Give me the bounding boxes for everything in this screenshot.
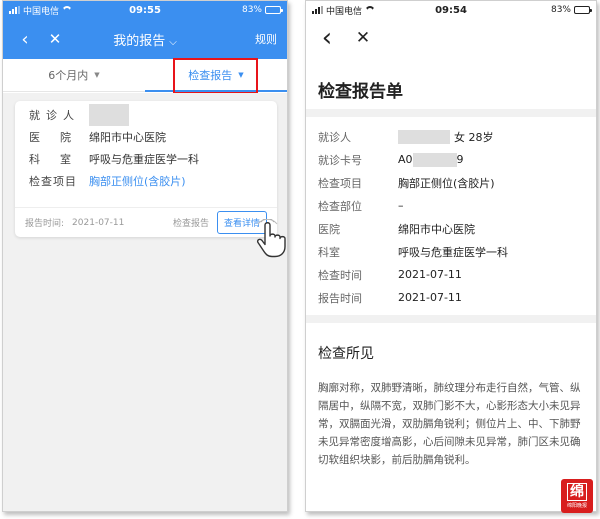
info-row-department: 科室 呼吸与危重症医学一科: [318, 245, 508, 259]
battery-icon: [574, 6, 592, 14]
card-row-department: 科室 呼吸与危重症医学一科: [29, 153, 199, 166]
info-row-report-time: 报告时间 2021-07-11: [318, 291, 462, 305]
card-row-patient: 就诊人: [15, 104, 277, 126]
close-icon[interactable]: ✕: [43, 30, 67, 48]
app-header: ‹ ✕ 我的报告 ⌵ 规则: [3, 19, 287, 59]
info-row-exam: 检查项目 胸部正侧位(含胶片): [318, 176, 495, 190]
card-row-exam: 检查项目 胸部正侧位(含胶片): [29, 173, 186, 189]
battery-percent: 83%: [550, 5, 571, 15]
findings-text: 胸廓对称，双肺野清晰，肺纹理分布走行自然，气管、纵隔居中，纵隔不宽，双肺门影不大…: [318, 382, 581, 466]
wifi-icon: [365, 6, 375, 14]
battery-icon: [265, 6, 283, 14]
tab-time-range[interactable]: 6个月内 ▼: [3, 59, 145, 91]
card-row-hospital: 医院 绵阳市中心医院: [29, 131, 166, 144]
report-type: 检查报告: [172, 219, 209, 229]
status-bar: 中国电信 09:54 83%: [306, 1, 596, 19]
back-icon[interactable]: ‹: [316, 23, 338, 53]
divider: [306, 109, 596, 117]
nav-bar: ‹ ✕: [306, 19, 596, 57]
close-icon[interactable]: ✕: [352, 28, 374, 48]
highlight-box: [173, 58, 258, 94]
rules-link[interactable]: 规则: [255, 31, 277, 47]
info-row-exam-time: 检查时间 2021-07-11: [318, 268, 462, 282]
signal-icon: [312, 6, 323, 14]
back-icon[interactable]: ‹: [13, 29, 37, 50]
battery-percent: 83%: [241, 5, 262, 15]
carrier-label: 中国电信: [23, 6, 60, 17]
caret-down-icon: ▼: [94, 71, 100, 79]
left-screen: 中国电信 09:55 83% ‹ ✕ 我的报告 ⌵ 规则 6个月内 ▼ 检查报告 ▼ …: [2, 0, 288, 512]
redacted-name: [398, 129, 450, 144]
right-screen: 中国电信 09:54 83% ‹ ✕ 检查报告单 就诊人 女 28岁 就诊卡号 …: [305, 0, 597, 512]
card-footer: 报告时间: 2021-07-11 检查报告 查看详情: [15, 207, 277, 237]
info-row-body-part: 检查部位 –: [318, 199, 404, 213]
logo-mark-icon: 绵: [567, 482, 587, 501]
findings-title: 检查所见: [318, 346, 374, 362]
redacted-name: [89, 104, 129, 126]
divider: [306, 315, 596, 323]
info-row-hospital: 医院 绵阳市中心医院: [318, 222, 475, 236]
redacted-number: [412, 152, 457, 167]
info-row-card-number: 就诊卡号 A0 9: [318, 152, 464, 167]
status-bar: 中国电信 09:55 83%: [3, 1, 287, 19]
report-info: 就诊人 女 28岁 就诊卡号 A0 9 检查项目 胸部正侧位(含胶片) 检查部位 …: [306, 117, 596, 315]
pointing-hand-icon: [256, 219, 286, 258]
info-row-patient: 就诊人 女 28岁: [318, 129, 494, 144]
report-card[interactable]: 就诊人 医院 绵阳市中心医院 科室 呼吸与危重症医学一科 检查项目 胸部正侧位(…: [15, 101, 277, 237]
signal-icon: [9, 6, 20, 14]
newspaper-logo: 绵 绵阳晚报: [561, 479, 593, 513]
carrier-label: 中国电信: [326, 6, 363, 17]
report-list: 就诊人 医院 绵阳市中心医院 科室 呼吸与危重症医学一科 检查项目 胸部正侧位(…: [3, 93, 287, 511]
page-title: 检查报告单: [318, 82, 403, 102]
exam-item-link[interactable]: 胸部正侧位(含胶片): [89, 173, 186, 189]
wifi-icon: [62, 6, 72, 14]
chevron-down-icon: ⌵: [169, 36, 177, 48]
